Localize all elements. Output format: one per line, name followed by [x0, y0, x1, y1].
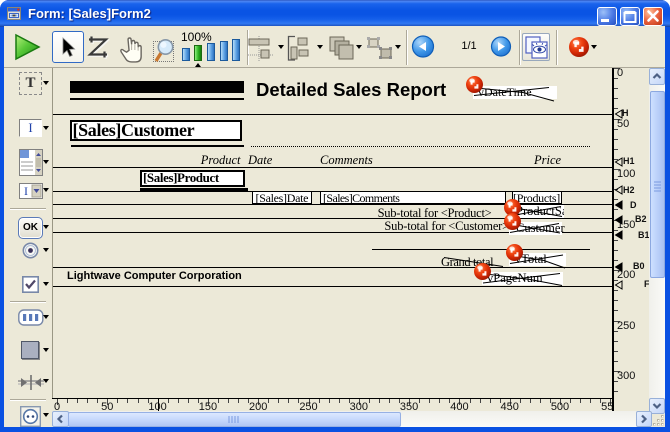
svg-text:I: I [24, 184, 28, 198]
